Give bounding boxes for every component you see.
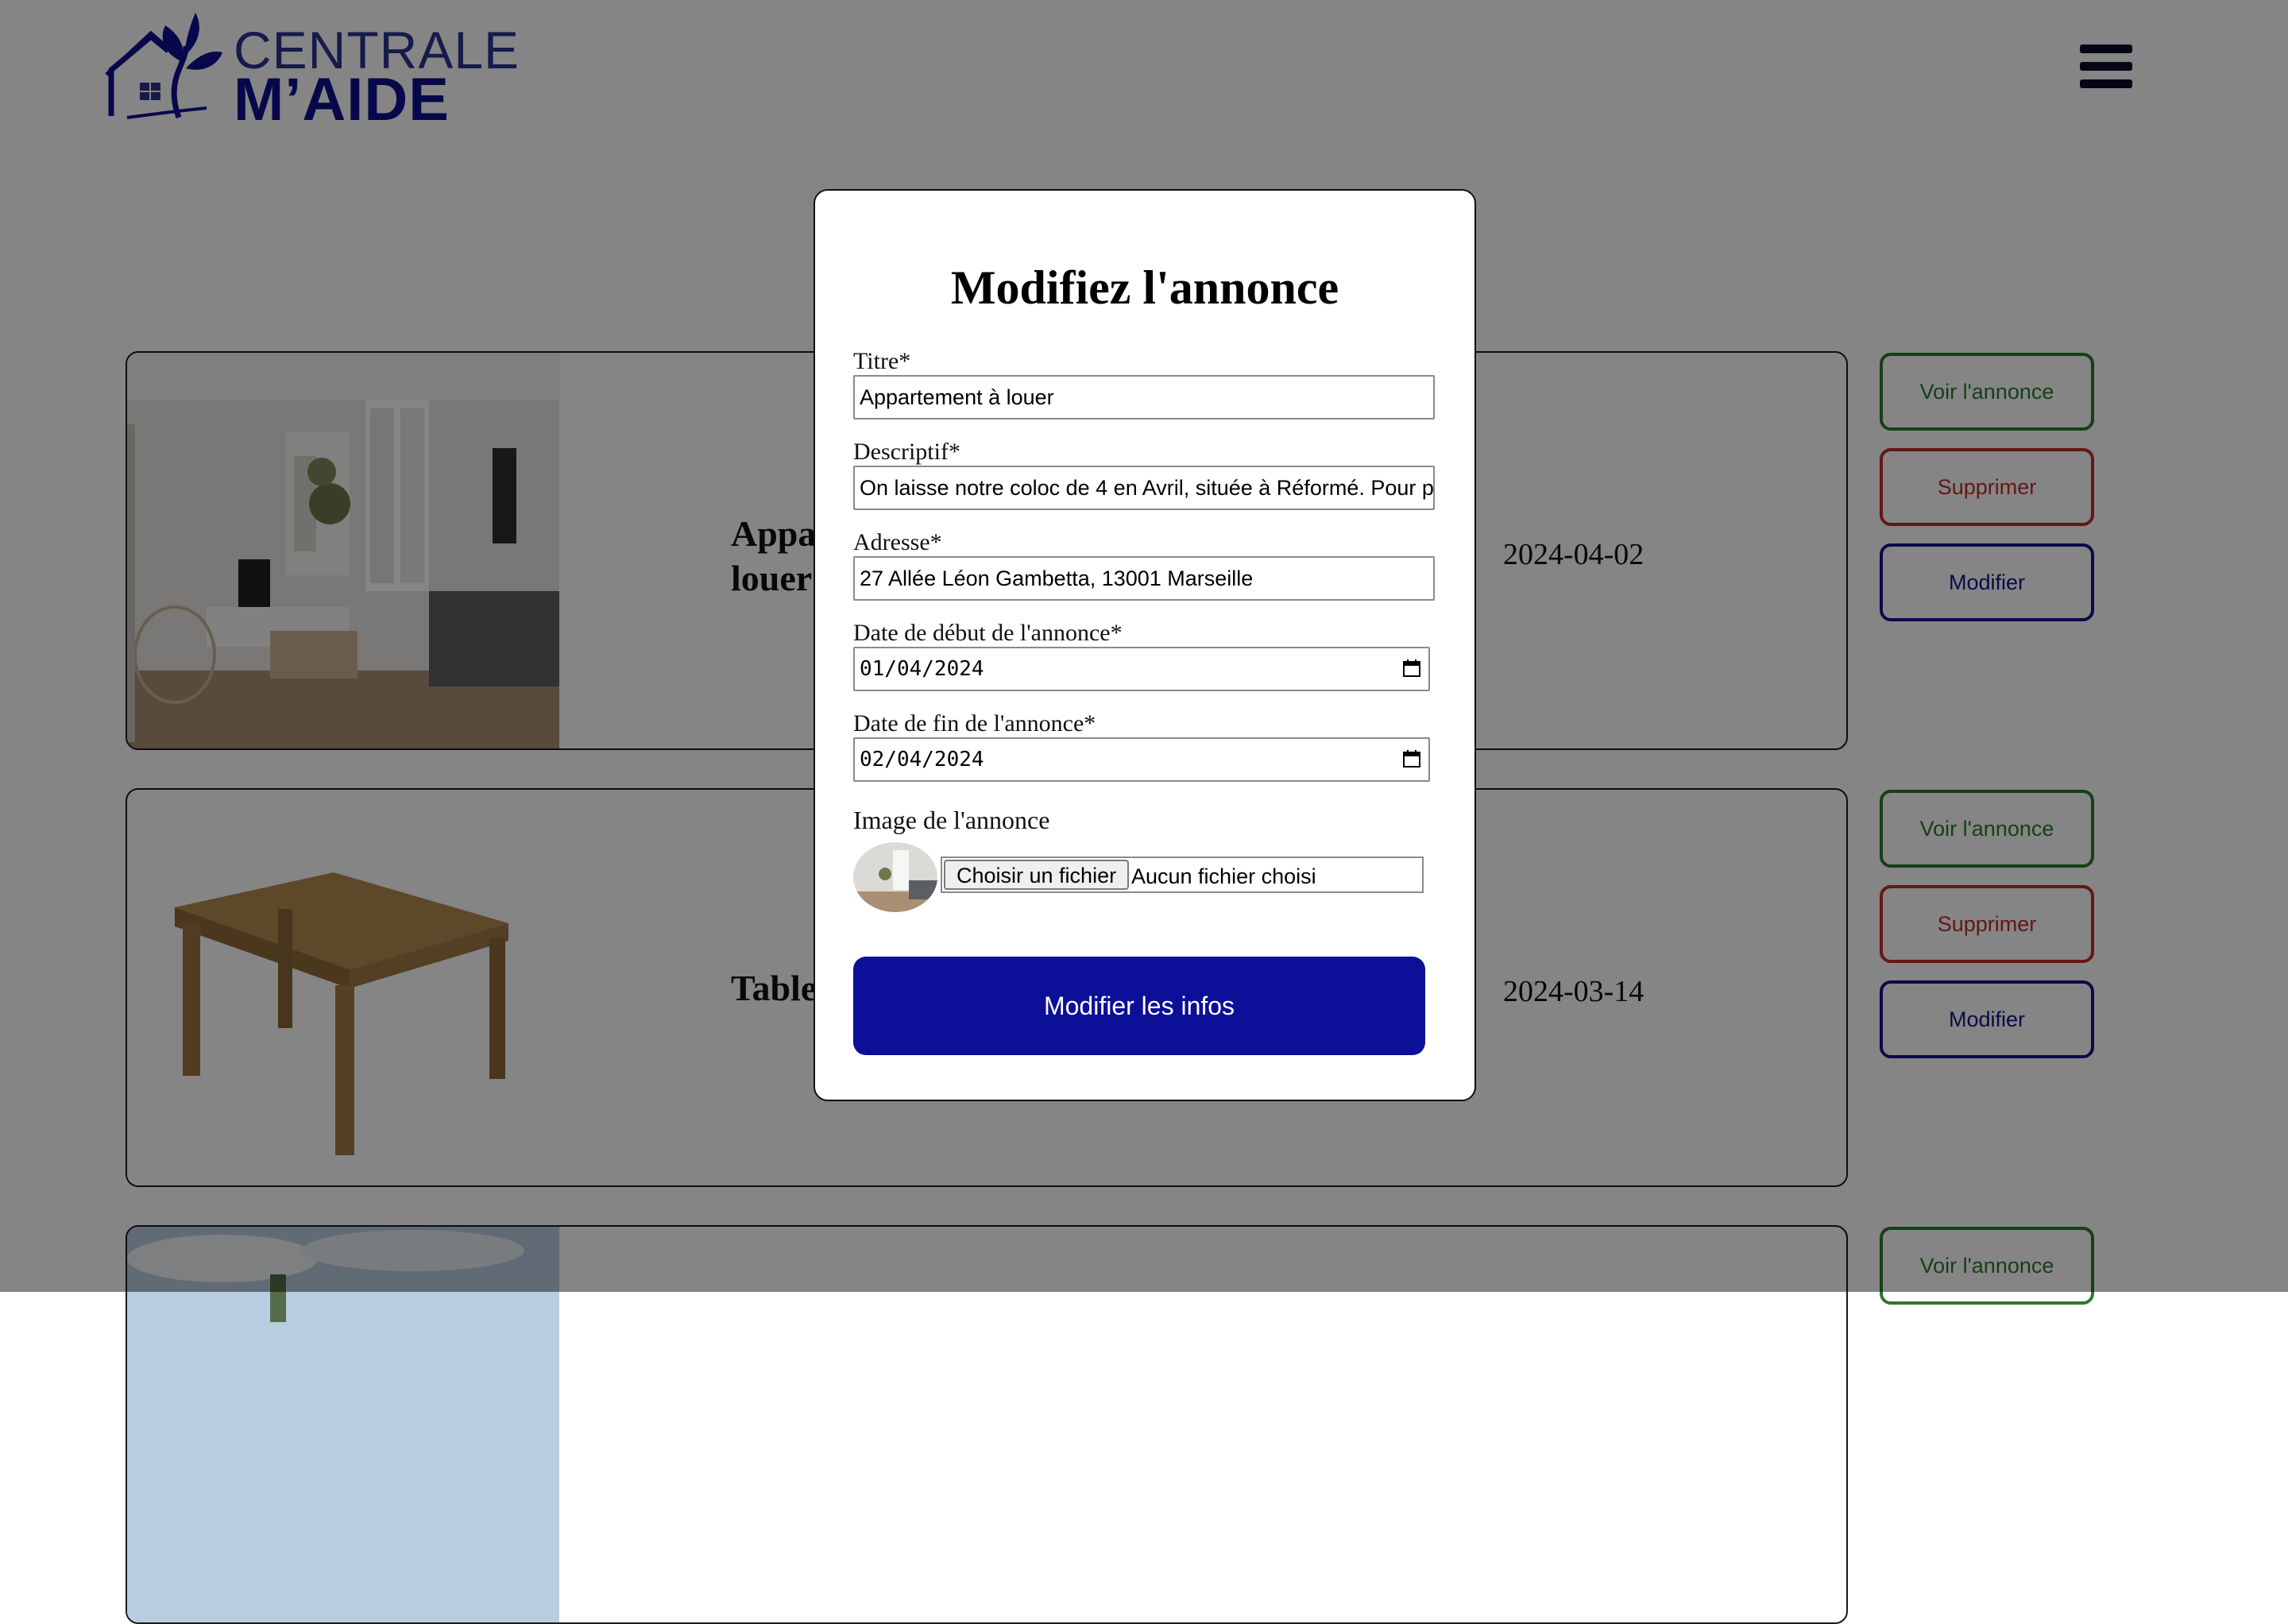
edit-listing-modal: Modifiez l'annonce Titre* Appartement à …: [814, 189, 1476, 1101]
file-status: Aucun fichier choisi: [1131, 864, 1316, 888]
file-input[interactable]: Choisir un fichier Aucun fichier choisi: [941, 856, 1424, 893]
page: CENTRALE M’AIDE Appa louer 2024-04-02 Vo…: [0, 0, 2288, 1624]
image-label: Image de l'annonce: [853, 806, 1050, 834]
modal-title: Modifiez l'annonce: [950, 261, 1339, 314]
end-date-label: Date de fin de l'annonce*: [853, 710, 1096, 737]
calendar-icon[interactable]: [1403, 659, 1420, 677]
calendar-icon[interactable]: [1403, 750, 1420, 768]
start-date-value: 01/04/2024: [860, 657, 984, 681]
title-label: Titre*: [853, 348, 911, 374]
choose-file-button[interactable]: Choisir un fichier: [944, 860, 1130, 890]
image-upload-row: Choisir un fichier Aucun fichier choisi: [853, 842, 1441, 914]
end-date-value: 02/04/2024: [860, 748, 984, 771]
image-preview-thumbnail: [853, 842, 937, 912]
address-label: Adresse*: [853, 529, 942, 555]
end-date-input[interactable]: 02/04/2024: [853, 737, 1430, 782]
start-date-label: Date de début de l'annonce*: [853, 620, 1123, 646]
title-input[interactable]: Appartement à louer: [853, 375, 1435, 420]
start-date-input[interactable]: 01/04/2024: [853, 647, 1430, 691]
submit-button[interactable]: Modifier les infos: [853, 957, 1425, 1055]
description-input[interactable]: On laisse notre coloc de 4 en Avril, sit…: [853, 466, 1435, 510]
address-input[interactable]: 27 Allée Léon Gambetta, 13001 Marseille: [853, 556, 1435, 601]
description-label: Descriptif*: [853, 439, 960, 465]
